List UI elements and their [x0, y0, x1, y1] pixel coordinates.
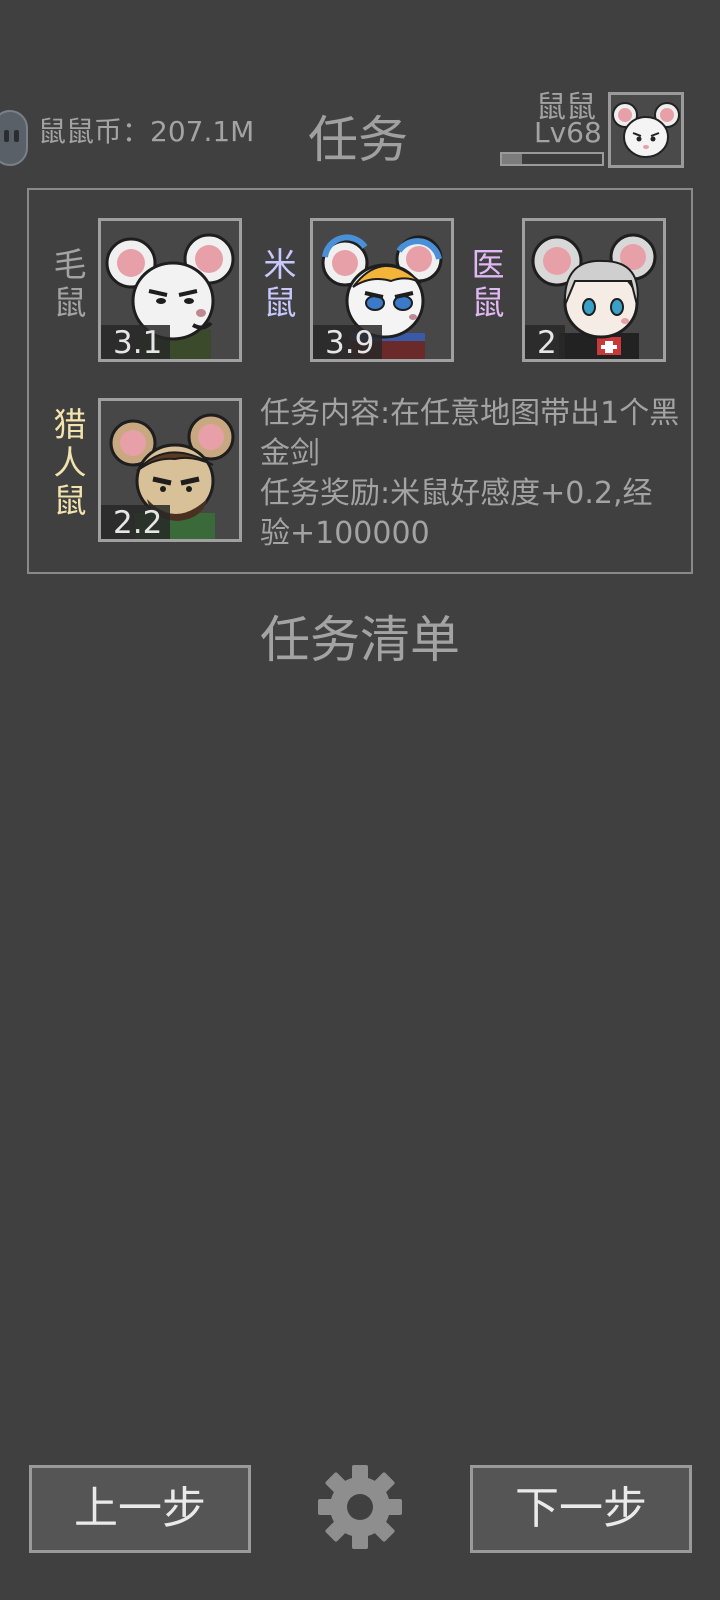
page-title: 任务	[308, 111, 408, 169]
npc-name-line: 鼠	[53, 283, 87, 322]
task-list-title: 任务清单	[260, 611, 460, 669]
task-reward: 任务奖励:米鼠好感度+0.2,经验+100000	[260, 476, 653, 551]
npc-portrait-yishu[interactable]: 2	[522, 218, 666, 362]
npc-name-line: 鼠	[471, 283, 505, 322]
npc-name-line: 猎	[53, 405, 87, 444]
npc-name-lierenshu: 猎 人 鼠	[52, 406, 88, 520]
npc-name-mishu: 米 鼠	[262, 246, 298, 322]
settings-button[interactable]	[316, 1463, 404, 1551]
affinity-value: 2.2	[101, 505, 171, 539]
side-tab-icon-eye	[14, 130, 19, 142]
npc-name-line: 鼠	[53, 481, 87, 520]
npc-name-line: 毛	[53, 245, 87, 284]
npc-portrait-maoshu[interactable]: 3.1	[98, 218, 242, 362]
side-tab-icon	[4, 130, 9, 142]
npc-name-line: 人	[53, 443, 87, 482]
affinity-value: 3.9	[313, 325, 383, 359]
task-content: 任务内容:在任意地图带出1个黑金剑	[260, 396, 680, 471]
affinity-value: 3.1	[101, 325, 171, 359]
next-step-button[interactable]: 下一步	[470, 1465, 692, 1553]
npc-name-line: 米	[263, 245, 297, 284]
npc-name-line: 鼠	[263, 283, 297, 322]
task-description: 任务内容:在任意地图带出1个黑金剑 任务奖励:米鼠好感度+0.2,经验+1000…	[260, 394, 680, 554]
settings-gear-icon	[318, 1465, 402, 1549]
npc-name-yishu: 医 鼠	[470, 246, 506, 322]
coin-balance: 鼠鼠币：207.1M	[38, 115, 255, 148]
side-tab-button[interactable]	[0, 110, 28, 166]
player-avatar[interactable]	[608, 92, 684, 168]
npc-name-line: 医	[471, 245, 505, 284]
xp-bar	[500, 152, 604, 166]
prev-step-button[interactable]: 上一步	[29, 1465, 251, 1553]
white-mouse-avatar-icon	[612, 102, 680, 158]
affinity-value: 2	[525, 325, 565, 359]
npc-portrait-lierenshu[interactable]: 2.2	[98, 398, 242, 542]
npc-name-maoshu: 毛 鼠	[52, 246, 88, 322]
npc-portrait-mishu[interactable]: 3.9	[310, 218, 454, 362]
player-level: Lv68	[534, 116, 602, 149]
xp-bar-fill	[502, 154, 522, 164]
